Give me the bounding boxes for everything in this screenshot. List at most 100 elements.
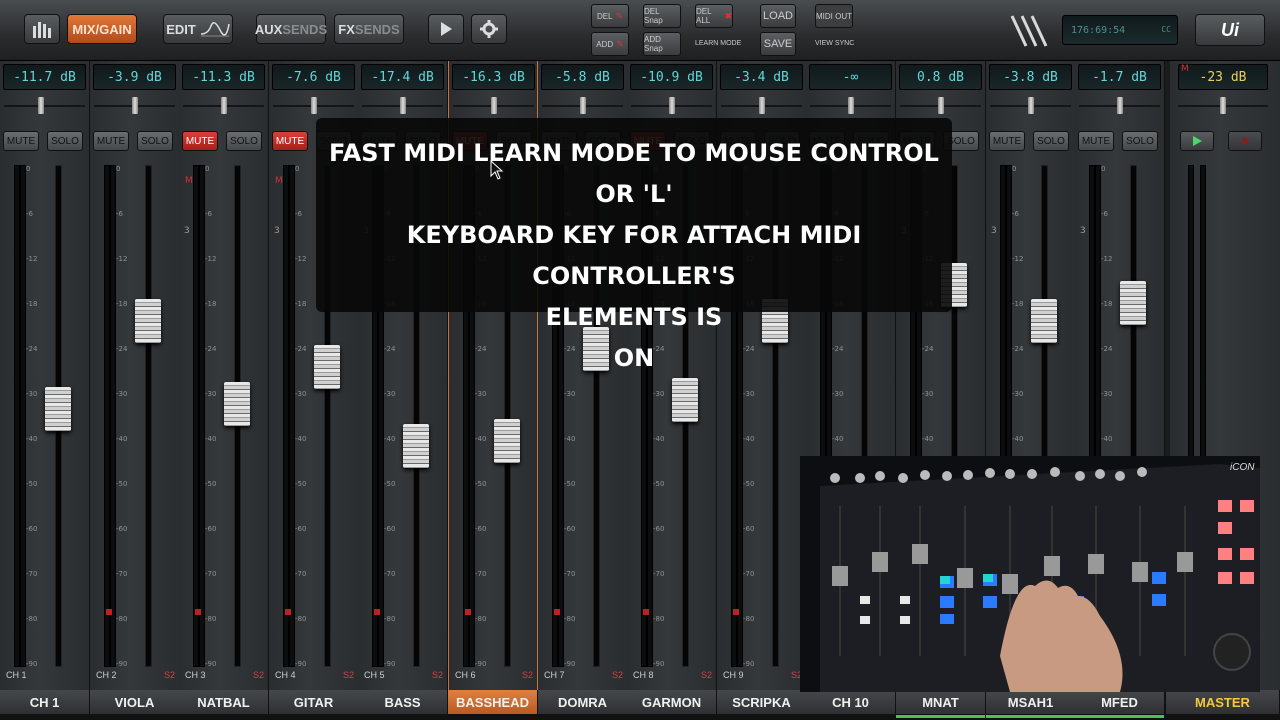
- scale-tick: -50: [26, 480, 38, 488]
- meters-view-button[interactable]: [24, 14, 60, 44]
- add-button[interactable]: ADD ✎: [591, 32, 629, 56]
- scale-tick: -30: [832, 390, 844, 398]
- mute-button[interactable]: MUTE: [182, 131, 218, 151]
- scale-tick: 0: [1101, 165, 1106, 173]
- channel-name-tab[interactable]: VIOLA: [90, 690, 180, 714]
- pan-knob[interactable]: [580, 97, 586, 114]
- master-name-tab[interactable]: MASTER: [1166, 690, 1280, 714]
- fader-cap[interactable]: [45, 387, 71, 431]
- solo-button[interactable]: SOLO: [1033, 131, 1069, 151]
- fader-cap[interactable]: [135, 299, 161, 343]
- midi-learn-overlay: FAST MIDI LEARN MODE TO MOUSE CONTROL OR…: [316, 118, 952, 372]
- pan-knob[interactable]: [848, 97, 854, 114]
- channel-name-tab[interactable]: CH 1: [0, 690, 90, 714]
- del-snap-button[interactable]: DEL Snap: [643, 4, 681, 28]
- solo-button[interactable]: SOLO: [47, 131, 83, 151]
- scale-tick: -80: [743, 615, 755, 623]
- channel-name-tab[interactable]: BASSHEAD: [448, 690, 538, 714]
- scale-tick: 0: [295, 165, 300, 173]
- scale-tick: -40: [564, 435, 576, 443]
- mix-gain-button[interactable]: MIX/GAIN: [67, 14, 137, 44]
- channel-name-tab[interactable]: MNAT: [896, 690, 986, 718]
- mute-button[interactable]: MUTE: [1078, 131, 1114, 151]
- channel-name-tab[interactable]: BASS: [358, 690, 448, 714]
- fader-cap[interactable]: [224, 382, 250, 426]
- scale-tick: -70: [743, 570, 755, 578]
- mute-button[interactable]: MUTE: [93, 131, 129, 151]
- fader-cap[interactable]: [672, 378, 698, 422]
- master-play-button[interactable]: [1180, 131, 1214, 151]
- aux-label: AUX: [254, 21, 283, 37]
- scale-tick: -90: [26, 660, 38, 668]
- edit-button[interactable]: EDIT: [163, 14, 233, 44]
- midi-out-button[interactable]: MIDI OUT: [815, 4, 853, 28]
- scale-tick: -12: [1012, 255, 1024, 263]
- pan-track: [4, 105, 85, 107]
- play-button[interactable]: [428, 14, 464, 44]
- overlay-line-3: ELEMENTS IS: [545, 303, 723, 331]
- mute-button[interactable]: MUTE: [3, 131, 39, 151]
- scale-tick: -40: [384, 435, 396, 443]
- fader-cap[interactable]: [1031, 299, 1057, 343]
- pan-knob[interactable]: [38, 97, 44, 114]
- scale-tick: -6: [205, 210, 212, 218]
- scale-tick: -70: [475, 570, 487, 578]
- channel-name-tab[interactable]: GITAR: [269, 690, 359, 714]
- ui-logo[interactable]: Ui: [1195, 14, 1265, 46]
- solo-button[interactable]: SOLO: [1122, 131, 1158, 151]
- channel-name-tab[interactable]: MFED: [1075, 690, 1165, 718]
- play-icon: [1193, 136, 1202, 146]
- add-label: ADD: [596, 39, 614, 49]
- fx-sends-button[interactable]: FX SENDS: [334, 14, 404, 44]
- solo-button[interactable]: SOLO: [137, 131, 173, 151]
- eq-curve-icon: [200, 22, 230, 37]
- channel-name-tab[interactable]: CH 10: [806, 690, 896, 714]
- scale-tick: -50: [653, 480, 665, 488]
- del-button[interactable]: DEL ✎: [591, 4, 629, 28]
- solo-button[interactable]: SOLO: [226, 131, 262, 151]
- fader-cap[interactable]: [403, 424, 429, 468]
- save-button[interactable]: SAVE: [760, 32, 796, 56]
- channel-name-tab[interactable]: GARMON: [627, 690, 717, 714]
- pan-knob[interactable]: [132, 97, 138, 114]
- view-sync-label[interactable]: VIEW SYNC: [815, 40, 854, 47]
- add-snap-button[interactable]: ADD Snap: [643, 32, 681, 56]
- aux-sends-label: SENDS: [282, 21, 328, 37]
- pan-knob[interactable]: [400, 97, 406, 114]
- channel-strip: -11.3 dB MUTE SOLO 0 -6 -12 -18 -24 -30 -40 -50 -60…: [179, 61, 269, 690]
- pan-knob[interactable]: [938, 97, 944, 114]
- load-button[interactable]: LOAD: [760, 4, 796, 28]
- pan-knob[interactable]: [759, 97, 765, 114]
- pan-knob[interactable]: [221, 97, 227, 114]
- learn-mode-label[interactable]: LEARN MODE: [695, 40, 741, 47]
- master-db-display: -23 dB: [1178, 64, 1268, 90]
- channel-name-tab[interactable]: SCRIPKA: [717, 690, 807, 714]
- scale-tick: -40: [1012, 435, 1024, 443]
- settings-button[interactable]: [471, 14, 507, 44]
- fader-cap[interactable]: [494, 419, 520, 463]
- master-pan-knob[interactable]: [1220, 97, 1226, 114]
- channel-name-tab[interactable]: NATBAL: [179, 690, 269, 714]
- pan-knob[interactable]: [1117, 97, 1123, 114]
- del-all-button[interactable]: DEL ALL ✖: [695, 4, 733, 28]
- fader-cap[interactable]: [1120, 281, 1146, 325]
- mute-button[interactable]: MUTE: [272, 131, 308, 151]
- s2-label: S2: [700, 670, 712, 680]
- channel-number: CH 6: [455, 670, 476, 680]
- scale-tick: -40: [475, 435, 487, 443]
- scale-tick: -30: [116, 390, 128, 398]
- master-record-button[interactable]: [1228, 131, 1262, 151]
- channel-name-tab[interactable]: MSAH1: [986, 690, 1076, 718]
- db-readout: -11.7 dB: [3, 64, 86, 90]
- channel-name-tab[interactable]: DOMRA: [538, 690, 628, 714]
- mute-button[interactable]: MUTE: [989, 131, 1025, 151]
- pan-knob[interactable]: [491, 97, 497, 114]
- pan-knob[interactable]: [1028, 97, 1034, 114]
- pan-knob[interactable]: [669, 97, 675, 114]
- aux-sends-button[interactable]: AUX SENDS: [254, 14, 328, 44]
- scale-tick: -24: [295, 345, 307, 353]
- scale-tick: -70: [26, 570, 38, 578]
- pan-knob[interactable]: [311, 97, 317, 114]
- channel-name-label: GITAR: [293, 694, 334, 710]
- bus-indicator: [986, 715, 1075, 718]
